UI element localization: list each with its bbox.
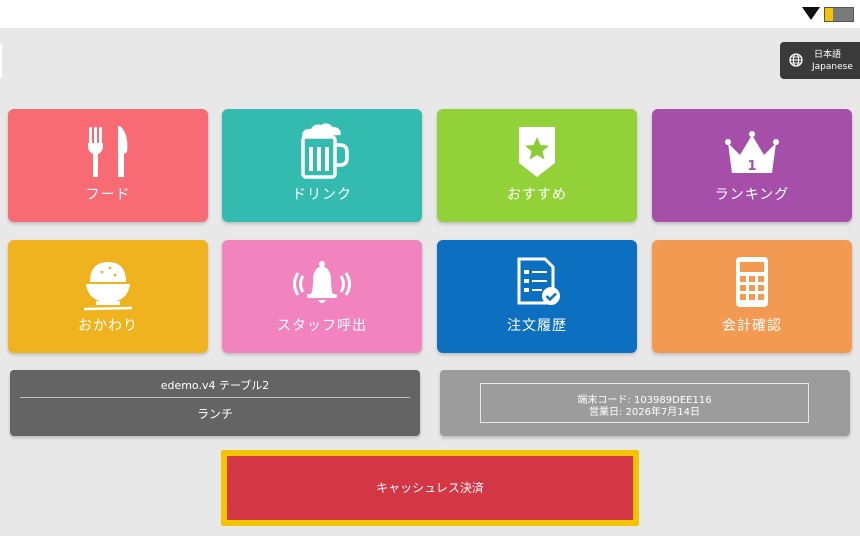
cashless-payment-button-frame: キャッシュレス決済 [221, 450, 639, 526]
fork-knife-icon [88, 126, 128, 177]
tile-label: フード [85, 187, 131, 203]
menu-type-label: ランチ [196, 407, 233, 421]
star-badge-icon [519, 127, 555, 177]
calculator-icon [736, 257, 768, 307]
terminal-info-panel: 端末コード: 103989DEE116 営業日: 2026年7月14日 [440, 370, 850, 436]
bell-icon [293, 261, 351, 303]
business-date: 営業日: 2026年7月14日 [588, 407, 701, 418]
tile-food[interactable]: フード [8, 109, 208, 222]
rice-bowl-icon [83, 262, 133, 311]
tile-label: 注文履歴 [507, 318, 567, 334]
tile-label: おかわり [78, 318, 138, 334]
tile-label: ドリンク [292, 187, 352, 203]
order-history-icon [517, 257, 560, 305]
tile-ranking[interactable]: 1 ランキング [652, 109, 852, 222]
status-bar [0, 0, 860, 28]
tile-label: スタッフ呼出 [277, 318, 367, 334]
tile-drink[interactable]: ドリンク [222, 109, 422, 222]
language-sublabel: Japanese [812, 62, 853, 72]
store-table-label: edemo.v4 テーブル2 [160, 379, 270, 392]
table-info-panel: edemo.v4 テーブル2 ランチ [10, 370, 420, 436]
beer-mug-icon [301, 123, 349, 179]
language-label: 日本語 [814, 50, 842, 60]
crown-icon: 1 [725, 131, 779, 174]
tile-recommended[interactable]: おすすめ [437, 109, 637, 222]
battery-icon [824, 7, 854, 22]
globe-icon [789, 53, 803, 67]
divider [20, 397, 410, 398]
tile-check-bill[interactable]: 会計確認 [652, 240, 852, 353]
terminal-info-box: 端末コード: 103989DEE116 営業日: 2026年7月14日 [480, 383, 809, 423]
tile-order-history[interactable]: 注文履歴 [437, 240, 637, 353]
svg-text:1: 1 [747, 159, 756, 174]
tile-label: おすすめ [507, 187, 567, 203]
language-button[interactable]: 日本語 Japanese [780, 42, 860, 79]
tile-label: ランキング [714, 187, 790, 203]
wifi-icon [802, 7, 820, 20]
cashless-payment-button[interactable]: キャッシュレス決済 [227, 456, 633, 520]
tile-call-staff[interactable]: スタッフ呼出 [222, 240, 422, 353]
header-edge [0, 44, 2, 78]
tile-label: 会計確認 [722, 318, 782, 334]
tile-refill[interactable]: おかわり [8, 240, 208, 353]
